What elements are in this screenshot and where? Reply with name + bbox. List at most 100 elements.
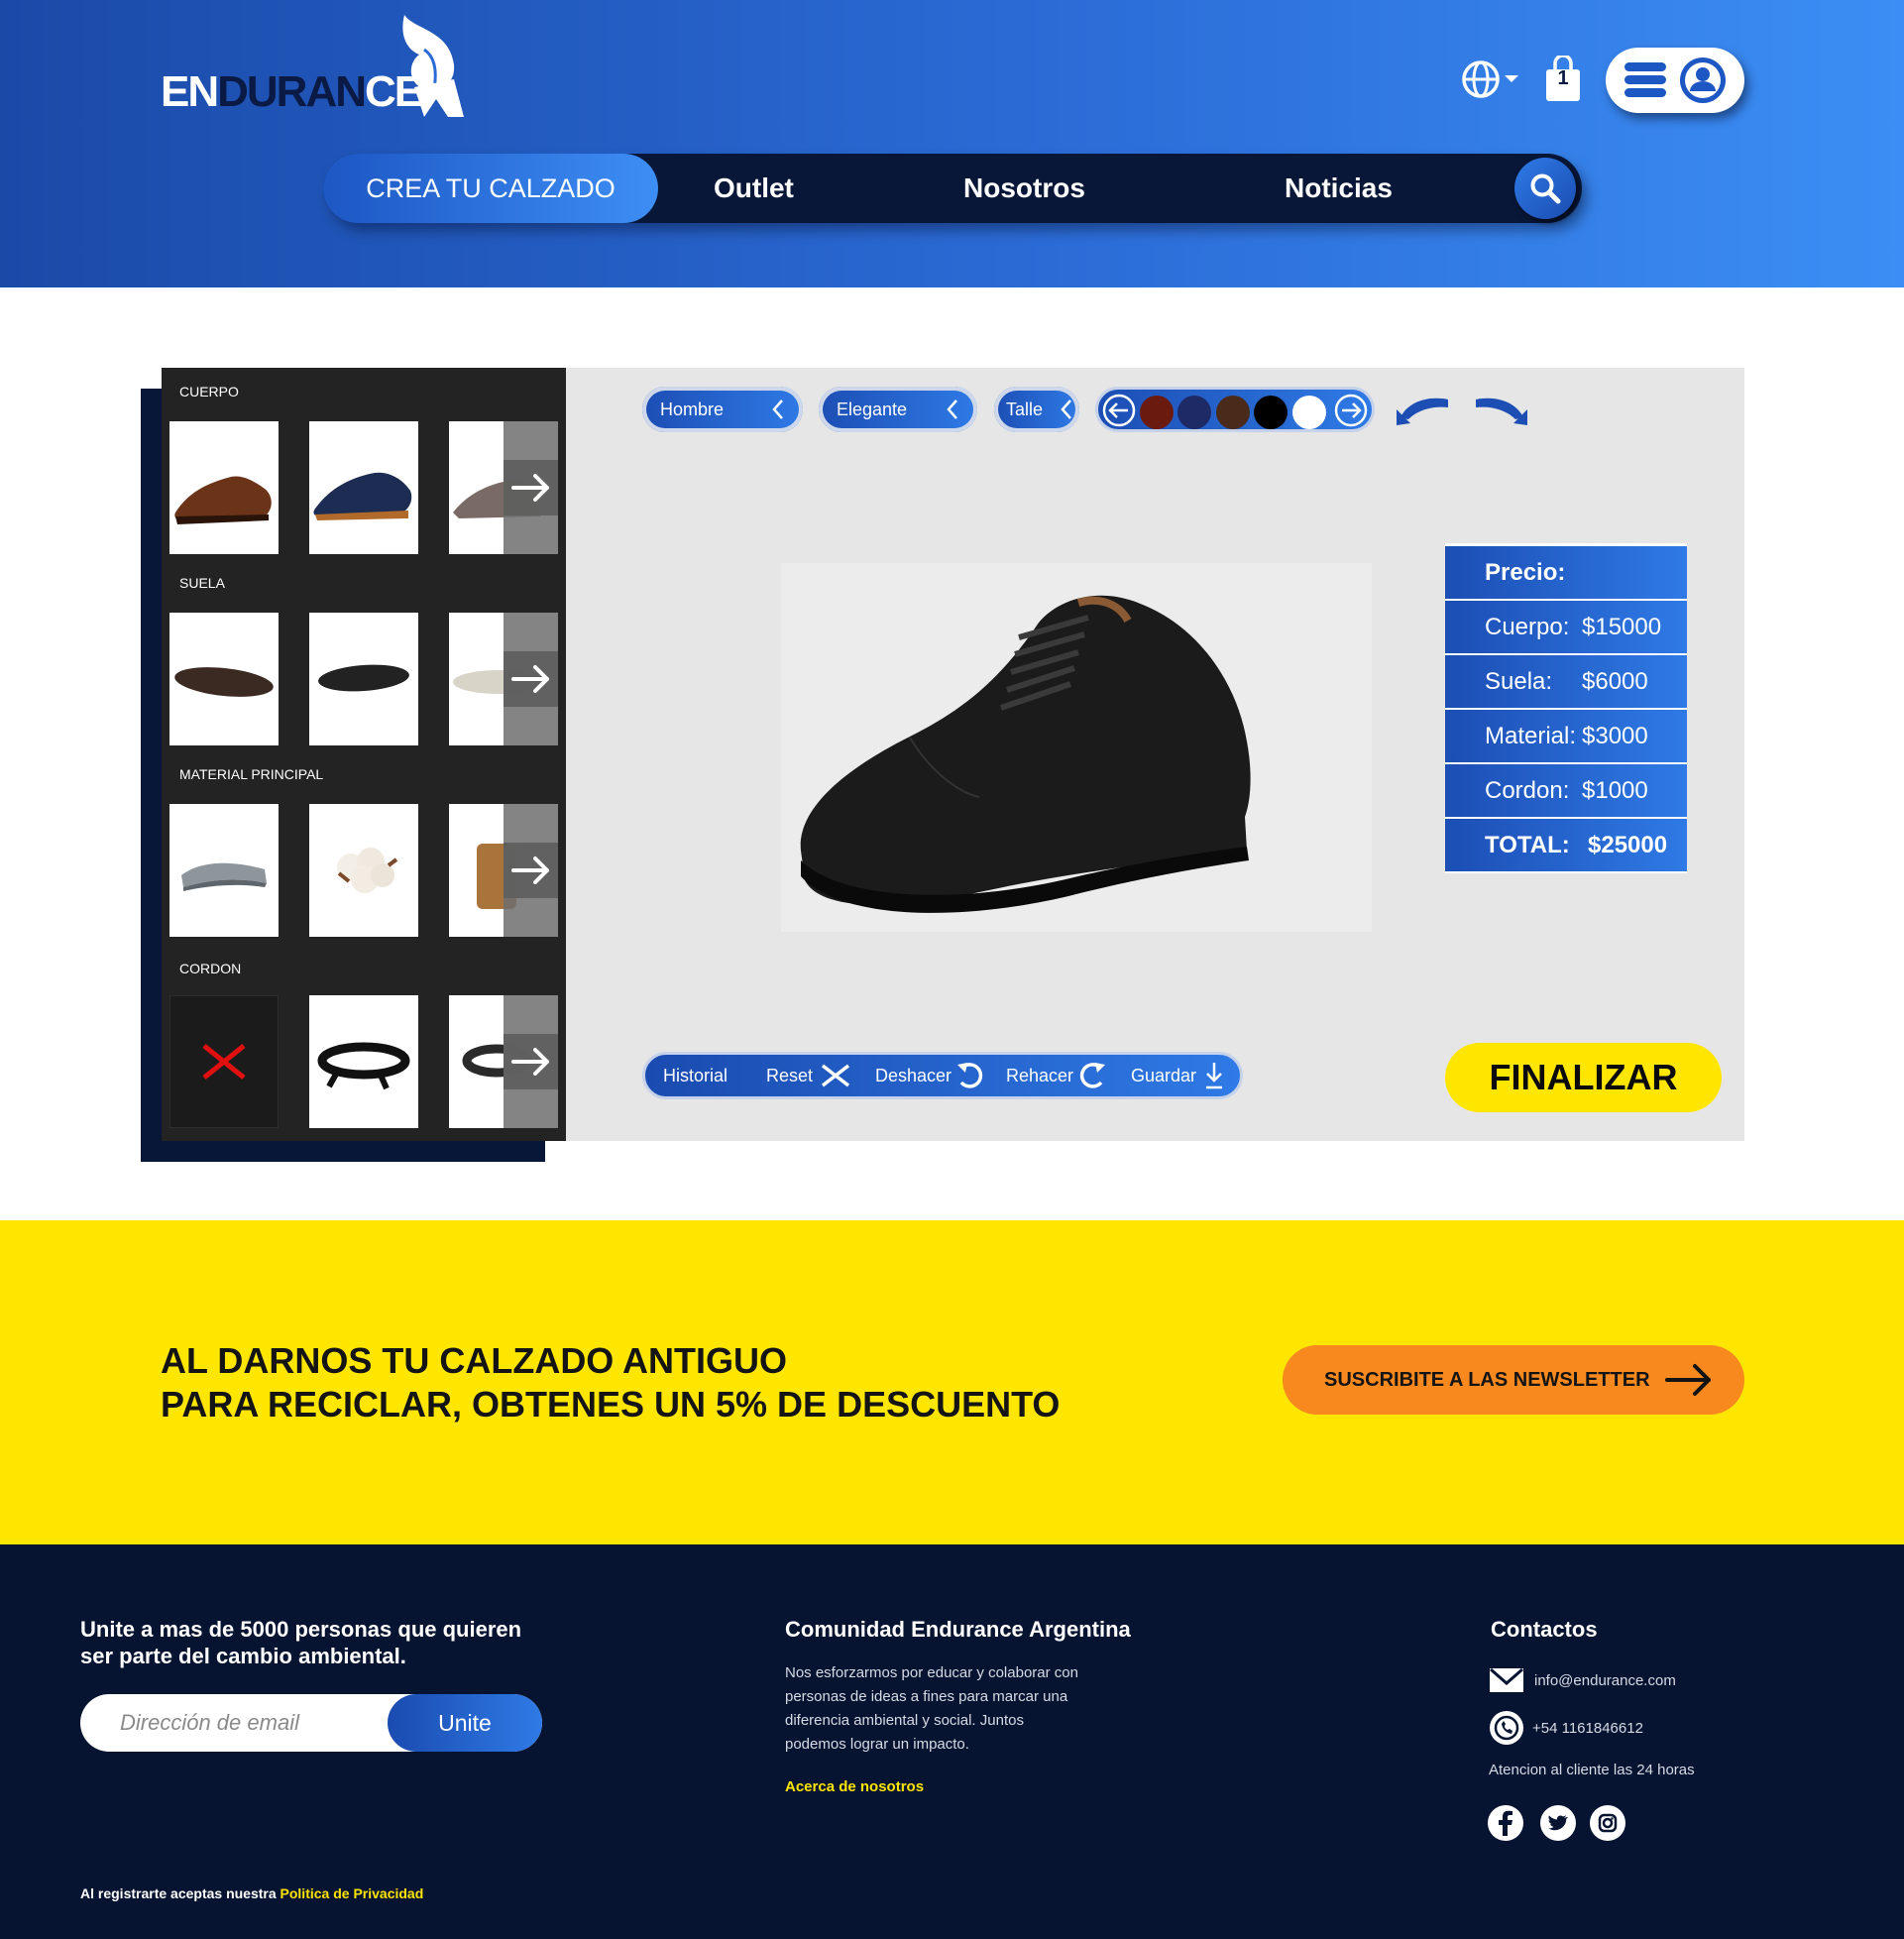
chevron-left-icon xyxy=(947,399,957,419)
parts-panel: CUERPO SUELA MATERIAL PRINCIPAL CORDON xyxy=(162,368,566,1141)
mail-icon xyxy=(1490,1667,1523,1692)
material-option-cotton[interactable] xyxy=(309,804,418,937)
category-label: CUERPO xyxy=(179,384,239,399)
color-swatch-red[interactable] xyxy=(1140,396,1174,429)
body-next-button[interactable] xyxy=(504,421,558,554)
material-next-button[interactable] xyxy=(504,804,558,937)
category-label: SUELA xyxy=(179,575,225,591)
arrow-right-icon xyxy=(1665,1364,1711,1396)
language-selector[interactable] xyxy=(1461,59,1524,99)
instagram-link[interactable] xyxy=(1590,1805,1625,1841)
sole-next-button[interactable] xyxy=(504,613,558,745)
gender-select[interactable]: Hombre xyxy=(642,387,803,432)
color-swatch-black[interactable] xyxy=(1254,396,1288,429)
lace-option-black[interactable] xyxy=(309,995,418,1128)
color-picker xyxy=(1095,387,1375,432)
arrow-right-icon xyxy=(510,665,549,693)
twitter-icon xyxy=(1541,1806,1575,1840)
editor-toolbar: Historial Reset Deshacer Rehacer Guardar xyxy=(642,1052,1243,1099)
nav-news[interactable]: Noticias xyxy=(1285,154,1393,223)
banner-headline: AL DARNOS TU CALZADO ANTIGUO PARA RECICL… xyxy=(161,1340,1061,1425)
recycle-banner: AL DARNOS TU CALZADO ANTIGUO PARA RECICL… xyxy=(0,1220,1904,1544)
material-option-felt[interactable] xyxy=(169,804,279,937)
price-table: Precio: Cuerpo: $15000 Suela: $6000 Materi… xyxy=(1445,543,1687,873)
privacy-policy-link[interactable]: Politica de Privacidad xyxy=(280,1885,424,1901)
support-hours: Atencion al cliente las 24 horas xyxy=(1489,1762,1695,1778)
about-link[interactable]: Acerca de nosotros xyxy=(785,1778,924,1795)
finish-button[interactable]: FINALIZAR xyxy=(1445,1043,1722,1112)
join-title: Unite a mas de 5000 personas que quieren… xyxy=(80,1617,522,1668)
privacy-notice: Al registrarte aceptas nuestra Politica … xyxy=(80,1885,424,1901)
user-account-icon[interactable] xyxy=(1678,56,1728,105)
history-button[interactable]: Historial xyxy=(663,1055,728,1096)
menu-icon[interactable] xyxy=(1623,58,1668,102)
felt-material-image xyxy=(181,862,267,891)
style-select[interactable]: Elegante xyxy=(819,387,977,432)
logo-text: ENDURANCE xyxy=(161,67,423,116)
logo[interactable]: ENDURANCE xyxy=(159,10,486,119)
price-row-sole: Suela: $6000 xyxy=(1445,655,1687,708)
redo-button[interactable]: Rehacer xyxy=(1006,1055,1107,1096)
contact-phone[interactable]: +54 1161846612 xyxy=(1489,1710,1643,1746)
twitter-link[interactable] xyxy=(1540,1805,1576,1841)
shoe-preview xyxy=(781,563,1372,932)
join-button[interactable]: Unite xyxy=(388,1694,542,1752)
color-swatch-navy[interactable] xyxy=(1177,396,1211,429)
search-icon xyxy=(1530,173,1561,204)
body-option-navy-shoe[interactable] xyxy=(309,421,418,554)
community-title: Comunidad Endurance Argentina xyxy=(785,1617,1131,1642)
email-input[interactable] xyxy=(80,1694,388,1752)
contact-email[interactable]: info@endurance.com xyxy=(1489,1667,1676,1693)
whatsapp-icon xyxy=(1490,1711,1523,1745)
chevron-left-icon xyxy=(772,399,783,419)
nav-create-shoe[interactable]: CREA TU CALZADO xyxy=(323,154,658,223)
price-title: Precio: xyxy=(1445,546,1687,599)
cart-count: 1 xyxy=(1557,67,1569,89)
site-footer: Unite a mas de 5000 personas que quieren… xyxy=(0,1544,1904,1939)
save-button[interactable]: Guardar xyxy=(1131,1055,1224,1096)
rotate-right-icon[interactable] xyxy=(1470,388,1529,427)
category-label: MATERIAL PRINCIPAL xyxy=(179,766,324,782)
category-label: CORDON xyxy=(179,961,242,976)
color-swatch-brown[interactable] xyxy=(1216,396,1250,429)
cart-button[interactable]: 1 xyxy=(1542,56,1584,103)
chevron-left-icon xyxy=(1061,399,1071,419)
color-next-button[interactable] xyxy=(1334,394,1368,427)
cotton-material-image xyxy=(337,848,398,893)
style-select-value: Elegante xyxy=(837,399,908,419)
no-lace-x-icon xyxy=(202,1044,246,1080)
price-total: TOTAL: $25000 xyxy=(1445,819,1687,871)
nav-about[interactable]: Nosotros xyxy=(963,154,1085,223)
price-row-material: Material: $3000 xyxy=(1445,710,1687,762)
sole-option-black[interactable] xyxy=(309,613,418,745)
facebook-link[interactable] xyxy=(1488,1805,1523,1841)
size-select[interactable]: Talle xyxy=(994,387,1079,432)
community-text: Nos esforzarmos por educar y colaborar c… xyxy=(785,1664,1078,1753)
size-select-value: Talle xyxy=(1006,399,1044,419)
leaf-logo-icon xyxy=(402,15,464,117)
globe-icon xyxy=(1462,60,1518,98)
lace-next-button[interactable] xyxy=(504,995,558,1128)
facebook-icon xyxy=(1489,1806,1522,1840)
color-prev-button[interactable] xyxy=(1102,394,1136,427)
newsletter-subscribe-button[interactable]: SUSCRIBITE A LAS NEWSLETTER xyxy=(1283,1345,1744,1415)
main-navigation: CREA TU CALZADO Outlet Nosotros Noticias xyxy=(323,154,1582,223)
lace-option-none[interactable] xyxy=(169,995,279,1128)
rotate-left-icon[interactable] xyxy=(1395,388,1454,427)
search-button[interactable] xyxy=(1514,158,1576,219)
brown-sole-image xyxy=(174,667,274,697)
undo-button[interactable]: Deshacer xyxy=(875,1055,985,1096)
contacts-title: Contactos xyxy=(1491,1617,1598,1642)
sole-option-brown[interactable] xyxy=(169,613,279,745)
black-sole-image xyxy=(318,664,409,692)
navy-shoe-image xyxy=(313,472,412,520)
body-option-brown-shoe[interactable] xyxy=(169,421,279,554)
reset-button[interactable]: Reset xyxy=(766,1055,852,1096)
instagram-icon xyxy=(1591,1806,1624,1840)
color-swatch-white[interactable] xyxy=(1292,396,1326,429)
black-oxford-shoe-image xyxy=(800,595,1251,913)
price-row-lace: Cordon: $1000 xyxy=(1445,764,1687,817)
nav-outlet[interactable]: Outlet xyxy=(714,154,794,223)
customizer-stage: Hombre Elegante Talle Precio: Cuerpo: $1… xyxy=(566,368,1744,1141)
brown-shoe-image xyxy=(174,476,272,524)
